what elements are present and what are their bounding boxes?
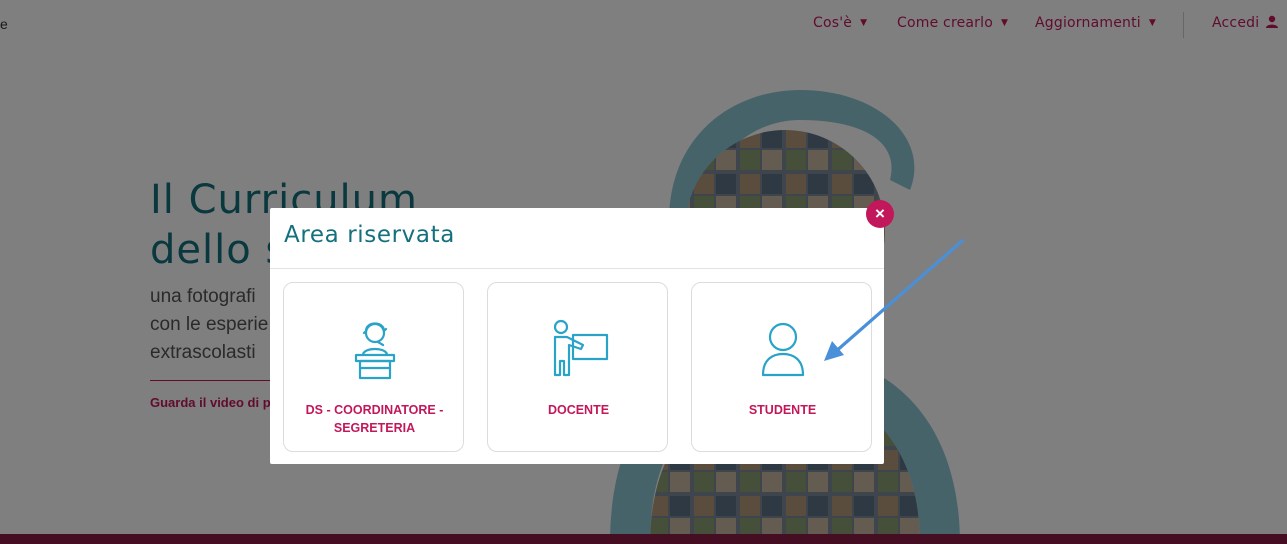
role-cards: DS - COORDINATORE - SEGRETERIA DOCENTE S… [283, 282, 873, 452]
role-card-docente[interactable]: DOCENTE [487, 282, 668, 452]
page: e Cos'è▼ Come crearlo▼ Aggiornamenti▼ Ac… [0, 0, 1287, 544]
close-icon: × [875, 204, 885, 223]
modal-header: Area riservata [270, 208, 884, 269]
reserved-area-modal: Area riservata × DS - COORDINATORE - SEG… [270, 200, 894, 464]
close-button[interactable]: × [866, 200, 894, 228]
annotation-arrow [824, 239, 964, 361]
role-card-label: DS - COORDINATORE - SEGRETERIA [305, 403, 444, 435]
teacher-board-icon [488, 317, 669, 381]
role-card-label: STUDENTE [748, 403, 817, 417]
modal-title: Area riservata [284, 222, 455, 248]
receptionist-icon [284, 317, 465, 381]
role-card-label: DOCENTE [547, 403, 610, 417]
role-card-ds-coordinatore-segreteria[interactable]: DS - COORDINATORE - SEGRETERIA [283, 282, 464, 452]
